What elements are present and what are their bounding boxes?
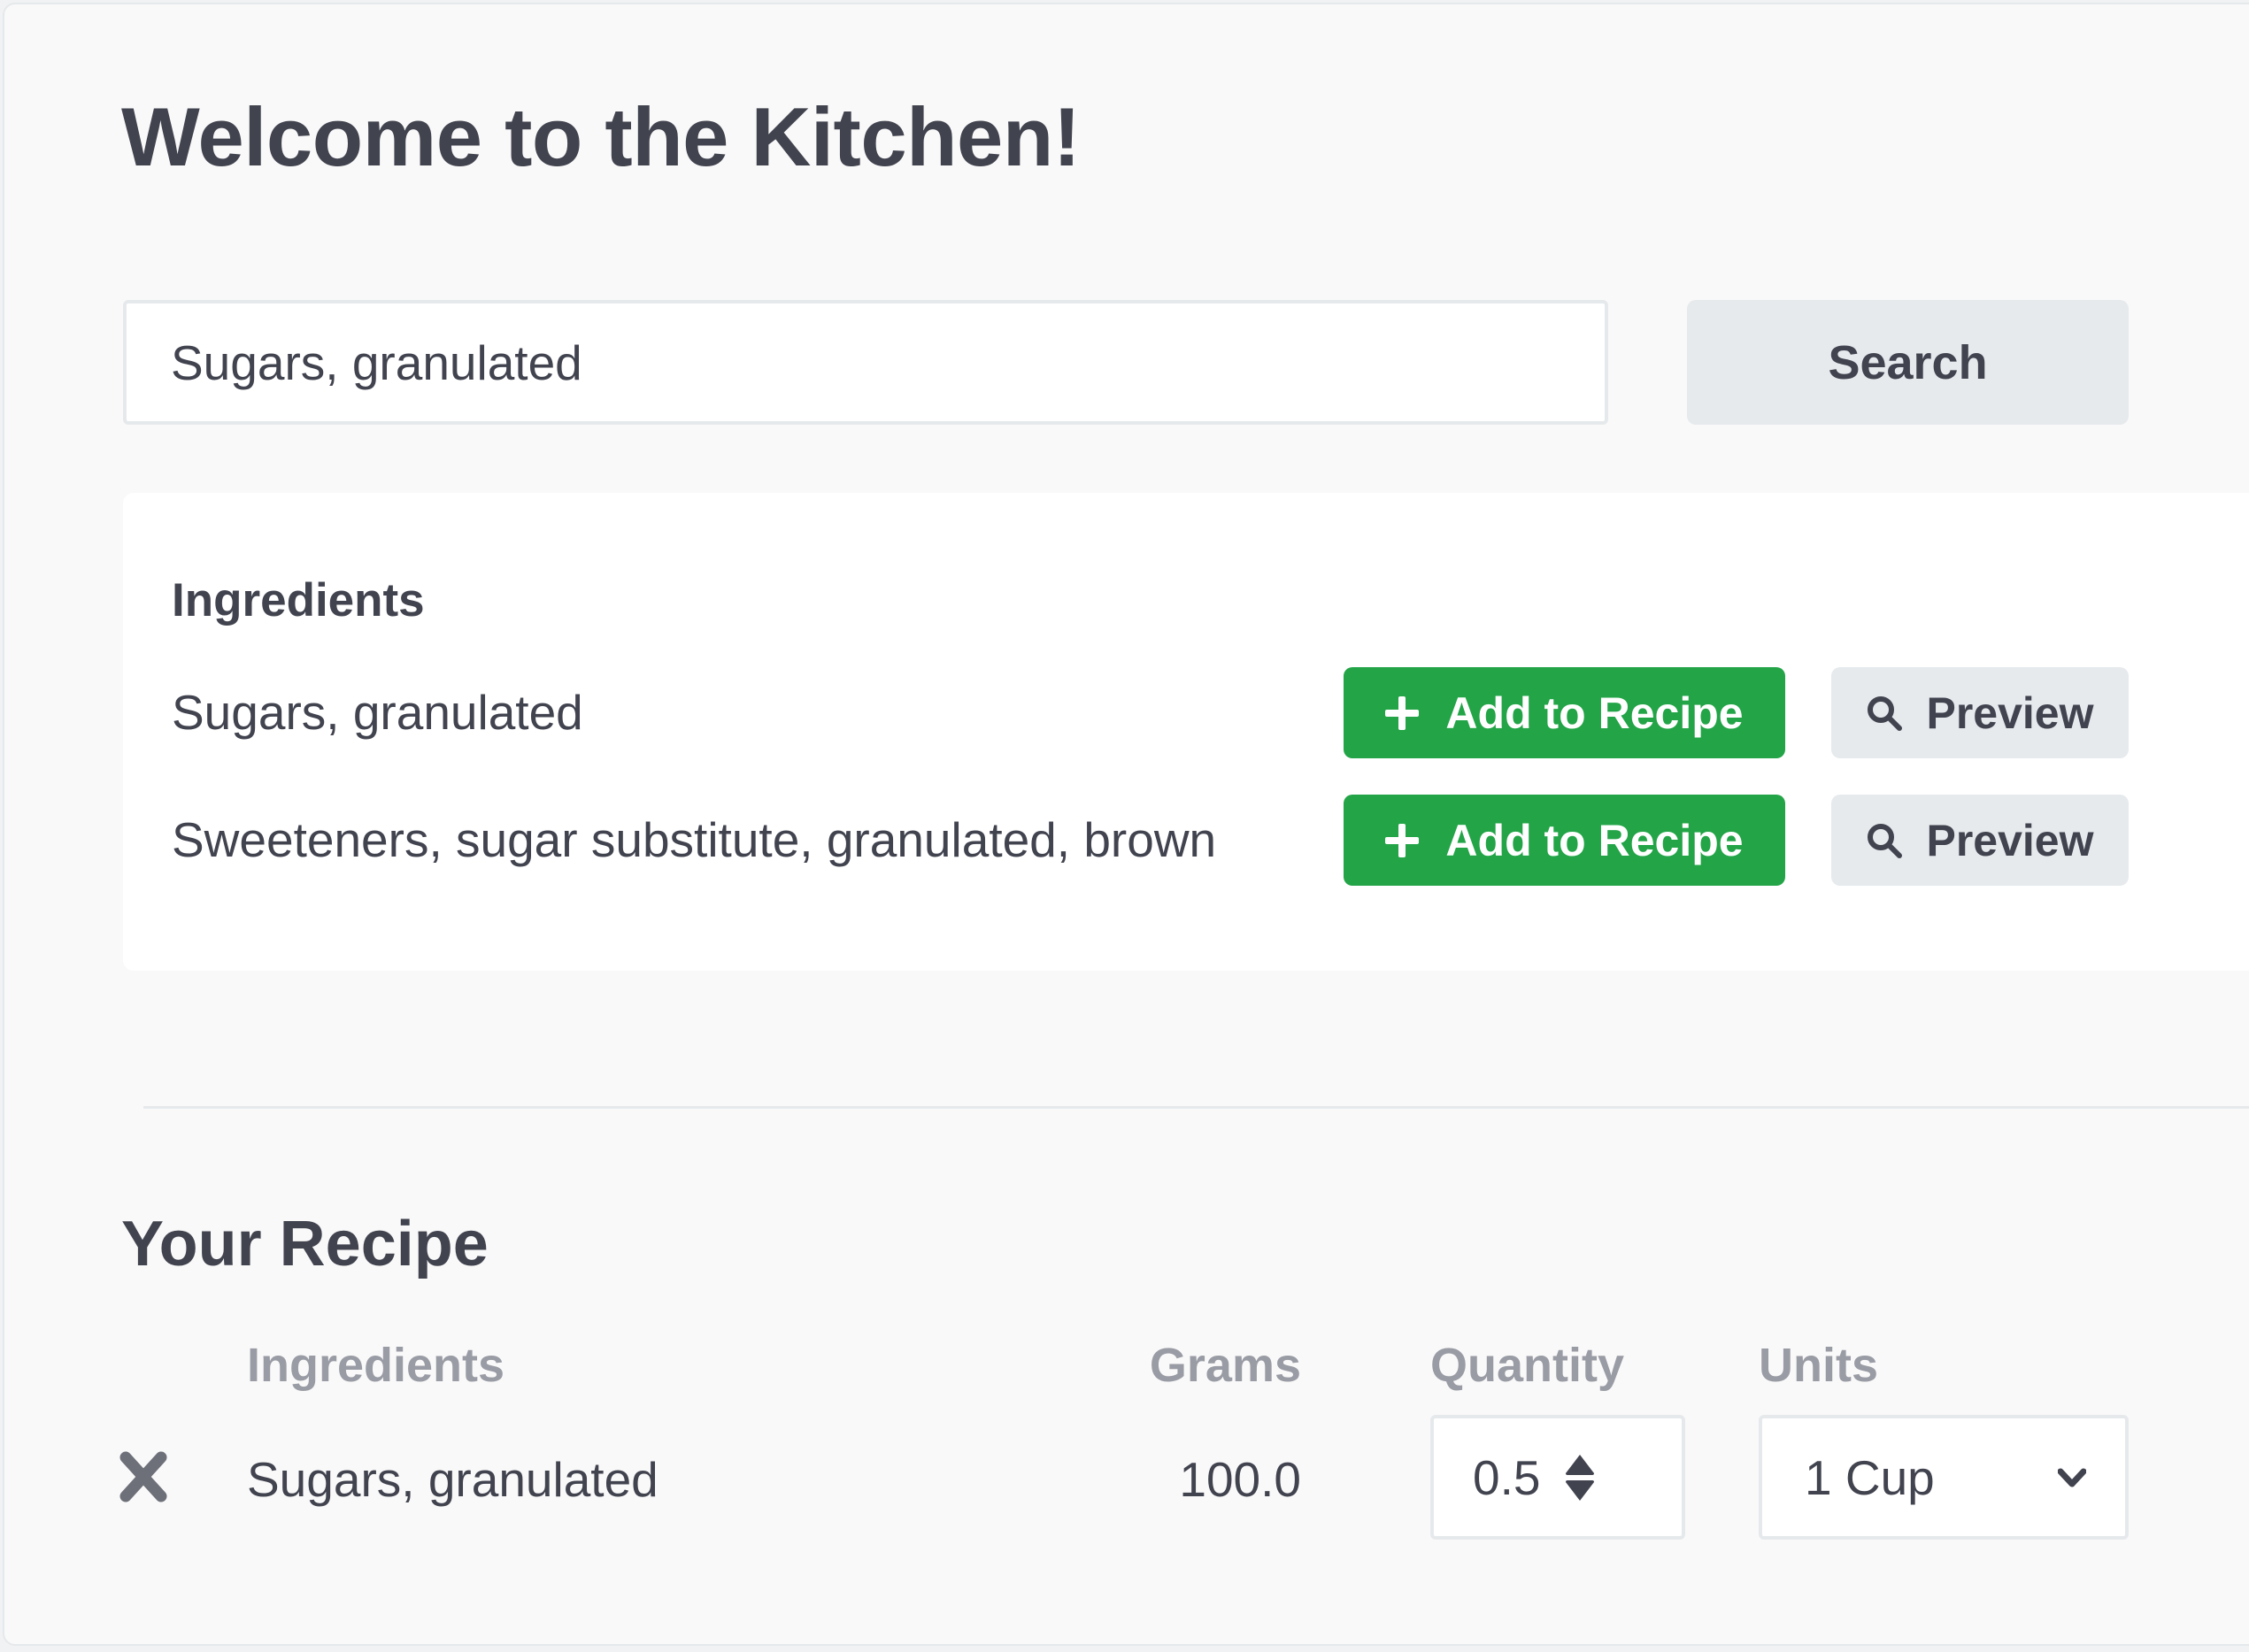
stepper-arrows[interactable] <box>1565 1454 1595 1502</box>
add-to-recipe-button[interactable]: Add to Recipe <box>1344 667 1785 758</box>
preview-label: Preview <box>1926 815 2094 865</box>
result-item-name: Sugars, granulated <box>172 685 583 740</box>
results-heading: Ingredients <box>172 574 425 626</box>
section-divider <box>143 1106 2249 1109</box>
preview-button[interactable]: Preview <box>1831 667 2129 758</box>
column-header-units: Units <box>1759 1339 1878 1392</box>
column-header-ingredients: Ingredients <box>247 1339 505 1392</box>
plus-icon <box>1385 823 1420 857</box>
units-selected-value: 1 Cup <box>1805 1449 1935 1505</box>
plus-icon <box>1385 695 1420 730</box>
add-to-recipe-label: Add to Recipe <box>1445 815 1744 865</box>
chevron-down-icon <box>2058 1468 2086 1487</box>
result-item-name: Sweeteners, sugar substitute, granulated… <box>172 812 1217 867</box>
caret-up-icon[interactable] <box>1565 1454 1595 1475</box>
add-to-recipe-button[interactable]: Add to Recipe <box>1344 795 1785 886</box>
search-input[interactable] <box>123 300 1608 425</box>
preview-button[interactable]: Preview <box>1831 795 2129 886</box>
search-icon <box>1868 695 1903 731</box>
caret-down-icon[interactable] <box>1565 1479 1595 1502</box>
remove-ingredient-button[interactable] <box>118 1451 169 1502</box>
recipe-ingredient-name: Sugars, granulated <box>247 1452 659 1507</box>
search-button[interactable]: Search <box>1687 300 2129 425</box>
page-title: Welcome to the Kitchen! <box>121 90 1081 183</box>
quantity-value[interactable]: 0.5 <box>1473 1449 1540 1506</box>
recipe-title: Your Recipe <box>121 1209 489 1279</box>
quantity-stepper[interactable]: 0.5 <box>1430 1415 1685 1540</box>
close-icon <box>119 1451 167 1502</box>
units-select[interactable]: 1 Cup <box>1759 1415 2129 1540</box>
search-icon <box>1868 823 1903 858</box>
recipe-grams-value: 100.0 <box>1179 1452 1301 1507</box>
column-header-grams: Grams <box>1149 1339 1301 1392</box>
add-to-recipe-label: Add to Recipe <box>1445 688 1744 738</box>
column-header-quantity: Quantity <box>1430 1339 1625 1392</box>
preview-label: Preview <box>1926 688 2094 738</box>
